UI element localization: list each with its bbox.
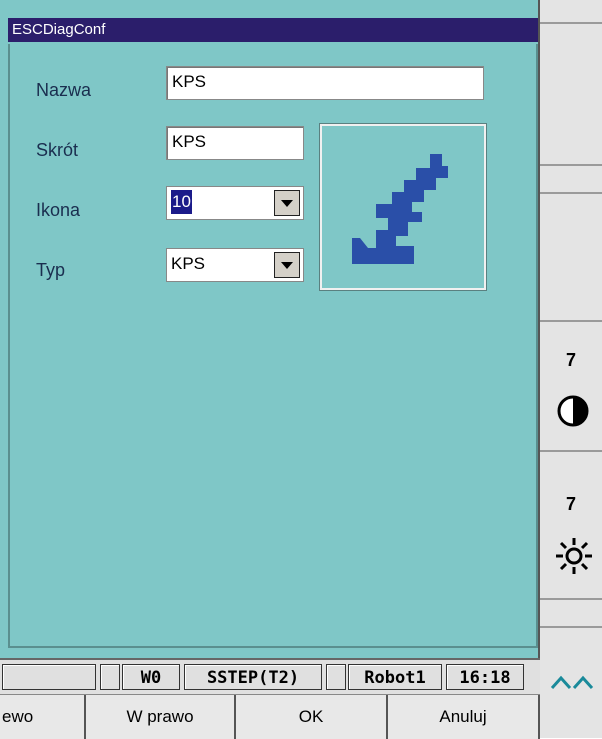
skrot-input[interactable]: KPS (166, 126, 304, 160)
cancel-button[interactable]: Anuluj (388, 695, 540, 739)
left-softkey[interactable]: ewo (0, 695, 86, 739)
brightness-control[interactable]: 7 (540, 452, 602, 600)
status-robot: Robot1 (348, 664, 442, 690)
typ-value: KPS (171, 254, 206, 273)
side-segment (540, 194, 602, 322)
side-segment (540, 24, 602, 166)
side-segment (540, 166, 602, 194)
scroll-up-button[interactable] (540, 628, 602, 738)
chevron-down-icon[interactable] (274, 252, 300, 278)
status-field-empty (326, 664, 346, 690)
double-chevron-up-icon (550, 675, 594, 690)
brightness-icon (556, 538, 592, 574)
contrast-control[interactable]: 7 (540, 322, 602, 452)
status-field-empty (100, 664, 120, 690)
ikona-value: 10 (171, 190, 192, 214)
nazwa-label: Nazwa (36, 80, 92, 100)
status-field-empty (2, 664, 96, 690)
chevron-down-icon[interactable] (274, 190, 300, 216)
ikona-label: Ikona (36, 200, 81, 220)
side-segment (540, 600, 602, 628)
side-segment (540, 0, 602, 24)
nazwa-input[interactable]: KPS (166, 66, 484, 100)
icon-preview (319, 123, 487, 291)
status-step-mode: SSTEP(T2) (184, 664, 322, 690)
status-bar: W0 SSTEP(T2) Robot1 16:18 (0, 658, 540, 694)
typ-label: Typ (36, 260, 66, 280)
typ-select[interactable]: KPS (166, 248, 304, 282)
ok-button[interactable]: OK (236, 695, 388, 739)
brightness-value: 7 (565, 494, 576, 514)
skrot-label: Skrót (36, 140, 79, 160)
right-softkey[interactable]: W prawo (86, 695, 236, 739)
lightning-arrow-icon (352, 154, 448, 264)
contrast-value: 7 (565, 350, 576, 370)
status-mode: W0 (122, 664, 180, 690)
right-side-strip: 7 7 (540, 0, 602, 738)
esc-diag-conf-dialog: ESCDiagConf Nazwa KPS Skrót KPS Ikona 10… (0, 0, 540, 658)
contrast-icon (557, 395, 589, 427)
softkey-bar: ewo W prawo OK Anuluj (0, 694, 540, 739)
window-title: ESCDiagConf (8, 18, 538, 42)
status-time: 16:18 (446, 664, 524, 690)
ikona-select[interactable]: 10 (166, 186, 304, 220)
